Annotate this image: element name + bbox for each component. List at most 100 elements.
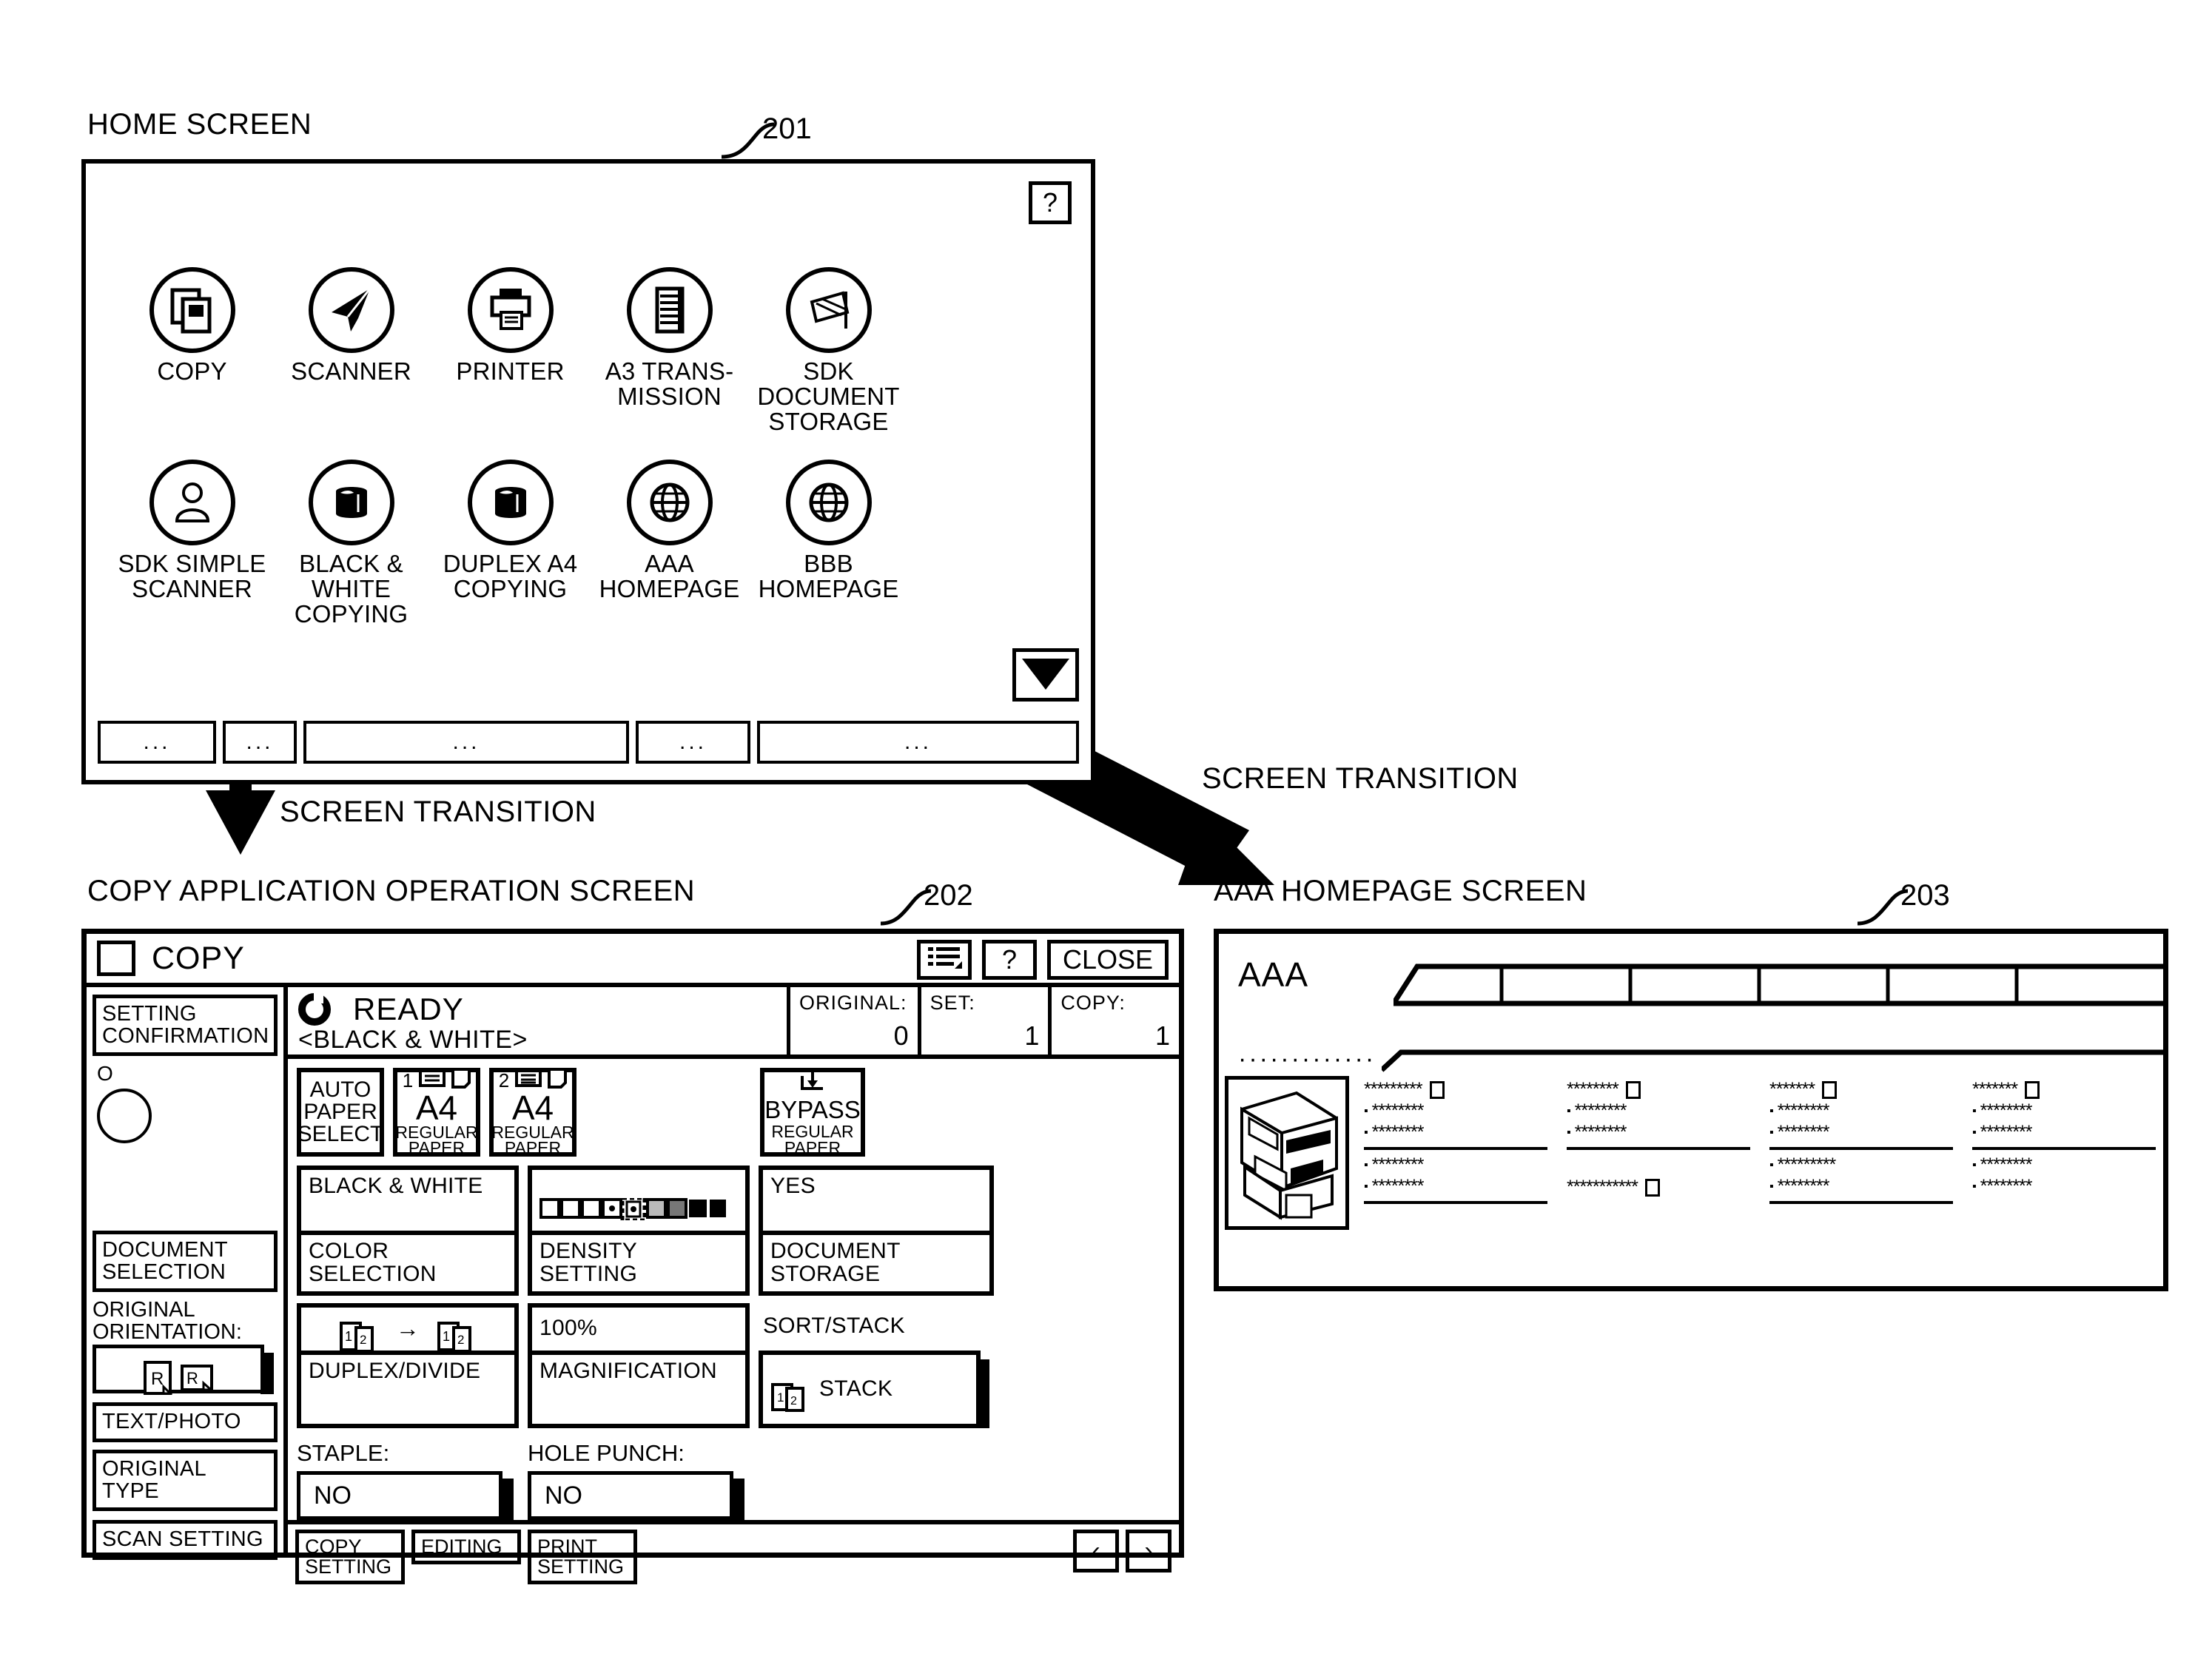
density-value[interactable] [528, 1166, 750, 1231]
magnification-value[interactable]: 100% [528, 1302, 750, 1350]
aaa-bullet-icon: ▪ [1769, 1158, 1774, 1171]
text-photo-button[interactable]: TEXT/PHOTO [93, 1402, 278, 1443]
home-app-sdk-simple-scanner-label: SDK SIMPLE SCANNER [118, 549, 266, 602]
home-app-aaa-homepage[interactable]: AAA HOMEPAGE [590, 459, 749, 627]
aaa-line[interactable]: ▪ ******** [1364, 1122, 1547, 1143]
home-tab-3[interactable]: ... [303, 721, 629, 764]
color-selection-value[interactable]: BLACK & WHITE [297, 1166, 519, 1231]
titlebar-buttons: ? CLOSE [917, 940, 1169, 980]
globe-icon [626, 459, 713, 545]
aaa-line[interactable]: ******* [1972, 1079, 2156, 1100]
aaa-line-text: ******** [1980, 1176, 2033, 1197]
bypass-tray-button[interactable]: BYPASS REGULAR PAPER [760, 1068, 865, 1157]
home-tab-3-label: ... [452, 730, 480, 754]
duplex-value[interactable]: 1 2 → 1 2 [297, 1302, 519, 1353]
options-value-row-1: BLACK & WHITE YES [297, 1166, 1171, 1231]
copy-titlebar: COPY ? CLOSE [87, 934, 1179, 987]
aaa-line-text: ******** [1371, 1122, 1425, 1143]
home-app-a3-transmission[interactable]: A3 TRANS- MISSION [590, 267, 749, 434]
aaa-bullet-icon: ▪ [1567, 1104, 1571, 1117]
copy-help-button[interactable]: ? [982, 940, 1037, 980]
magnification-button[interactable]: MAGNIFICATION [528, 1350, 750, 1429]
tab-print-setting[interactable]: PRINT SETTING [528, 1530, 637, 1585]
aaa-line[interactable]: ▪ ******** [1364, 1154, 1547, 1176]
list-menu-button[interactable] [917, 940, 972, 980]
aaa-checkbox-icon[interactable] [1625, 1080, 1641, 1099]
home-tab-5[interactable]: ... [757, 721, 1079, 764]
setting-confirmation-button[interactable]: SETTING CONFIRMATION [93, 995, 278, 1057]
density-setting-button[interactable]: DENSITY SETTING [528, 1230, 750, 1296]
help-button[interactable]: ? [1029, 181, 1072, 224]
scan-setting-button[interactable]: SCAN SETTING [93, 1520, 278, 1560]
document-storage-value[interactable]: YES [759, 1166, 994, 1231]
aaa-line[interactable]: ▪ ******** [1972, 1100, 2156, 1122]
home-app-duplex-a4-copying[interactable]: DUPLEX A4 COPYING [431, 459, 590, 627]
tab-editing[interactable]: EDITING [411, 1530, 521, 1565]
original-type-button[interactable]: ORIGINAL TYPE [93, 1450, 278, 1512]
home-app-scanner[interactable]: SCANNER [272, 267, 431, 434]
aaa-line[interactable]: ******* [1769, 1079, 1953, 1100]
aaa-line[interactable]: ▪ ******** [1567, 1100, 1750, 1122]
aaa-line[interactable]: ▪ ******** [1972, 1122, 2156, 1143]
aaa-line[interactable]: ▪ ******** [1769, 1122, 1953, 1143]
aaa-checkbox-icon[interactable] [1429, 1080, 1445, 1099]
aaa-rule [1769, 1201, 1953, 1204]
tab-copy-setting[interactable]: COPY SETTING [295, 1530, 405, 1585]
aaa-screen-ref-number: 203 [1900, 879, 1950, 912]
aaa-line[interactable]: *********** [1567, 1177, 1750, 1198]
aaa-line[interactable]: ▪ ******** [1364, 1100, 1547, 1122]
home-tab-1[interactable]: ... [98, 721, 216, 764]
prev-page-button[interactable]: ‹ [1073, 1530, 1119, 1573]
aaa-bullet-icon: ▪ [1972, 1180, 1977, 1193]
paper-select-row: AUTO PAPER SELECT 1 A4 REGULAR PAPER 2 A… [297, 1067, 1171, 1157]
home-tab-2[interactable]: ... [223, 721, 297, 764]
aaa-checkbox-icon[interactable] [1645, 1178, 1661, 1197]
home-app-sdk-document-storage[interactable]: SDK DOCUMENT STORAGE [749, 267, 908, 434]
aaa-checkbox-icon[interactable] [2025, 1080, 2040, 1099]
aaa-line[interactable]: ▪ ******** [1769, 1100, 1953, 1122]
home-app-sdk-simple-scanner[interactable]: SDK SIMPLE SCANNER [112, 459, 272, 627]
paper-tray-1-button[interactable]: 1 A4 REGULAR PAPER [393, 1067, 480, 1157]
aaa-line[interactable]: ▪ ******** [1769, 1176, 1953, 1197]
aaa-line[interactable]: ▪ ******** [1567, 1122, 1750, 1143]
hole-punch-value-button[interactable]: NO [528, 1471, 744, 1521]
document-storage-button[interactable]: DOCUMENT STORAGE [759, 1230, 994, 1296]
staple-value-button[interactable]: NO [297, 1471, 514, 1521]
home-screen-panel: ? COPY SCANNER PRINTER A3 TRANS- MISSION… [81, 159, 1095, 784]
home-app-printer[interactable]: PRINTER [431, 267, 590, 434]
home-app-copy[interactable]: COPY [112, 267, 272, 434]
aaa-line[interactable]: ********* [1364, 1079, 1547, 1100]
mode-text: <BLACK & WHITE> [298, 1026, 528, 1054]
home-screen-ref-number: 201 [762, 112, 812, 145]
aaa-site-title: AAA [1238, 955, 1309, 994]
aaa-line[interactable]: ******** [1567, 1079, 1750, 1100]
sort-stack-label: SORT/STACK [763, 1314, 905, 1339]
auto-paper-select-button[interactable]: AUTO PAPER SELECT [297, 1068, 384, 1157]
next-page-button[interactable]: › [1126, 1530, 1171, 1573]
aaa-line[interactable]: ▪ ******** [1364, 1176, 1547, 1197]
copy-status-row: READY <BLACK & WHITE> ORIGINAL: 0 SET: 1… [288, 987, 1179, 1059]
duplex-divide-button[interactable]: DUPLEX/DIVIDE [297, 1350, 519, 1429]
copy-right-area: READY <BLACK & WHITE> ORIGINAL: 0 SET: 1… [288, 987, 1179, 1585]
stack-pages-icon: 1 2 [770, 1360, 809, 1419]
aaa-line-text: ******** [1777, 1100, 1830, 1121]
document-selection-button[interactable]: DOCUMENT SELECTION [93, 1231, 278, 1293]
aaa-line[interactable]: ▪ ******** [1972, 1176, 2156, 1197]
aaa-line[interactable]: ▪ ********* [1769, 1154, 1953, 1176]
scroll-down-button[interactable] [1012, 648, 1079, 702]
copy-app-title: COPY [152, 940, 245, 976]
sort-stack-button[interactable]: 1 2 STACK [759, 1350, 989, 1429]
copy-icon [149, 267, 235, 353]
aaa-checkbox-icon[interactable] [1822, 1080, 1838, 1099]
home-app-black-white-copying[interactable]: BLACK & WHITE COPYING [272, 459, 431, 627]
home-app-bbb-homepage[interactable]: BBB HOMEPAGE [749, 459, 908, 627]
paper-tray-2-button[interactable]: 2 A4 REGULAR PAPER [489, 1067, 576, 1157]
hole-punch-label: HOLE PUNCH: [528, 1440, 685, 1467]
screen-transition-label-diagonal: SCREEN TRANSITION [1202, 762, 1519, 795]
home-tab-4[interactable]: ... [636, 721, 750, 764]
aaa-line[interactable]: ▪ ******** [1972, 1154, 2156, 1176]
aaa-tab-strip[interactable] [1391, 961, 2163, 1008]
color-selection-button[interactable]: COLOR SELECTION [297, 1230, 519, 1296]
close-button[interactable]: CLOSE [1047, 940, 1169, 980]
original-orientation-button[interactable]: R R [93, 1345, 274, 1395]
